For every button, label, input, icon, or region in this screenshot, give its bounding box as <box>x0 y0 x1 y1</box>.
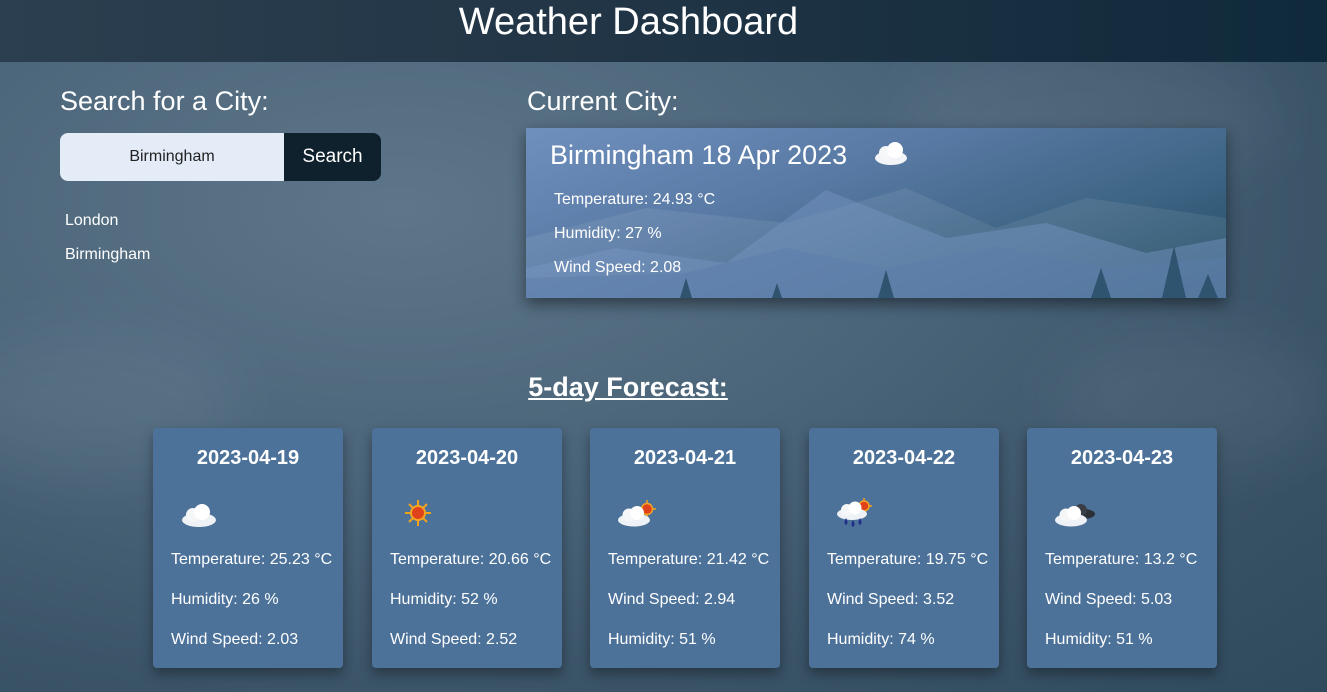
search-history-list: London Birmingham <box>65 204 150 272</box>
app-header: Weather Dashboard <box>0 0 1327 62</box>
overcast-icon <box>1053 496 1095 530</box>
forecast-humidity: Humidity: 74 % <box>827 631 935 648</box>
history-item-birmingham[interactable]: Birmingham <box>65 238 150 272</box>
current-city-heading: Birmingham 18 Apr 2023 <box>550 140 848 170</box>
forecast-temperature: Temperature: 21.42 °C <box>608 551 770 568</box>
forecast-date: 2023-04-22 <box>852 447 956 469</box>
forecast-temperature: Temperature: 20.66 °C <box>390 551 552 568</box>
current-temperature: Temperature: 24.93 °C <box>554 191 716 208</box>
forecast-card: 2023-04-23 Temperature: 13.2 °C Wind Spe… <box>1027 428 1217 668</box>
forecast-wind-speed: Wind Speed: 5.03 <box>1045 591 1173 608</box>
forecast-date: 2023-04-20 <box>415 447 519 469</box>
sun-icon <box>398 496 438 530</box>
search-form: Search <box>60 133 381 181</box>
forecast-temperature: Temperature: 19.75 °C <box>827 551 989 568</box>
forecast-date: 2023-04-21 <box>633 447 737 469</box>
cloud-icon <box>873 140 909 171</box>
current-city-title: Current City: <box>527 86 679 116</box>
forecast-wind-speed: Wind Speed: 3.52 <box>827 591 955 608</box>
forecast-temperature: Temperature: 25.23 °C <box>171 551 333 568</box>
search-button[interactable]: Search <box>284 133 381 181</box>
current-humidity: Humidity: 27 % <box>554 225 662 242</box>
forecast-wind-speed: Wind Speed: 2.52 <box>390 631 518 648</box>
city-search-input[interactable] <box>60 133 284 181</box>
current-weather-card: Birmingham 18 Apr 2023 Temperature: 24.9… <box>526 128 1226 298</box>
current-weather-header: Birmingham 18 Apr 2023 <box>550 140 909 171</box>
search-section-title: Search for a City: <box>60 86 269 116</box>
page-title: Weather Dashboard <box>458 1 799 43</box>
forecast-wind-speed: Wind Speed: 2.03 <box>171 631 299 648</box>
forecast-humidity: Humidity: 51 % <box>1045 631 1153 648</box>
forecast-card: 2023-04-19 Temperature: 25.23 °C Humidit… <box>153 428 343 668</box>
forecast-temperature: Temperature: 13.2 °C <box>1045 551 1198 568</box>
forecast-title: 5-day Forecast: <box>528 372 728 402</box>
forecast-humidity: Humidity: 26 % <box>171 591 279 608</box>
forecast-wind-speed: Wind Speed: 2.94 <box>608 591 736 608</box>
forecast-date: 2023-04-23 <box>1070 447 1174 469</box>
forecast-card: 2023-04-20 Temperature: 20.66 °C Humidit… <box>372 428 562 668</box>
forecast-humidity: Humidity: 52 % <box>390 591 498 608</box>
partly-cloudy-icon <box>616 496 656 530</box>
forecast-humidity: Humidity: 51 % <box>608 631 716 648</box>
history-item-london[interactable]: London <box>65 204 150 238</box>
current-wind-speed: Wind Speed: 2.08 <box>554 259 682 276</box>
forecast-card: 2023-04-22 Temperature: 19.75 °C Wind Sp… <box>809 428 999 668</box>
forecast-date: 2023-04-19 <box>196 447 300 469</box>
rain-sun-icon <box>835 496 875 530</box>
forecast-card: 2023-04-21 Temperature: 21.42 °C Wind Sp… <box>590 428 780 668</box>
cloud-icon <box>179 496 219 530</box>
